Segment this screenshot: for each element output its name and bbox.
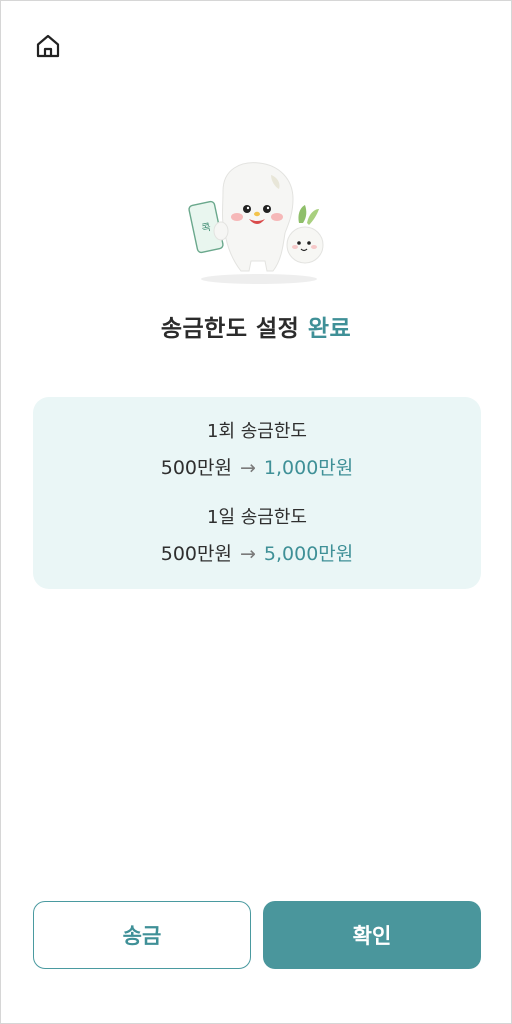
- mascot-illustration: 콕: [188, 162, 324, 284]
- home-button[interactable]: [33, 31, 63, 61]
- screen: 콕 송금한도 설정 완료 1회 송금한도 500만원 → 1,000만원 1일 송금…: [0, 0, 512, 1024]
- new-limit: 1,000만원: [263, 457, 354, 479]
- confirm-button[interactable]: 확인: [263, 901, 481, 969]
- limit-label: 1회 송금한도: [207, 421, 307, 442]
- limit-per-transfer: 1회 송금한도 500만원 → 1,000만원: [33, 421, 481, 479]
- old-limit: 500만원: [160, 543, 232, 565]
- arrow-right-icon: →: [239, 543, 256, 565]
- home-icon: [36, 34, 60, 58]
- limit-values: 500만원 → 1,000만원: [33, 457, 481, 479]
- transfer-button[interactable]: 송금: [33, 901, 251, 969]
- old-limit: 500만원: [160, 457, 232, 479]
- title-accent: 완료: [307, 316, 352, 342]
- limit-per-day: 1일 송금한도 500만원 → 5,000만원: [33, 507, 481, 565]
- limit-label: 1일 송금한도: [207, 507, 307, 528]
- arrow-right-icon: →: [239, 457, 256, 479]
- limit-values: 500만원 → 5,000만원: [33, 543, 481, 565]
- new-limit: 5,000만원: [263, 543, 354, 565]
- title-main: 송금한도 설정: [160, 316, 300, 342]
- limit-summary-card: 1회 송금한도 500만원 → 1,000만원 1일 송금한도 500만원 → 5,00…: [33, 397, 481, 589]
- page-title: 송금한도 설정 완료: [1, 309, 511, 343]
